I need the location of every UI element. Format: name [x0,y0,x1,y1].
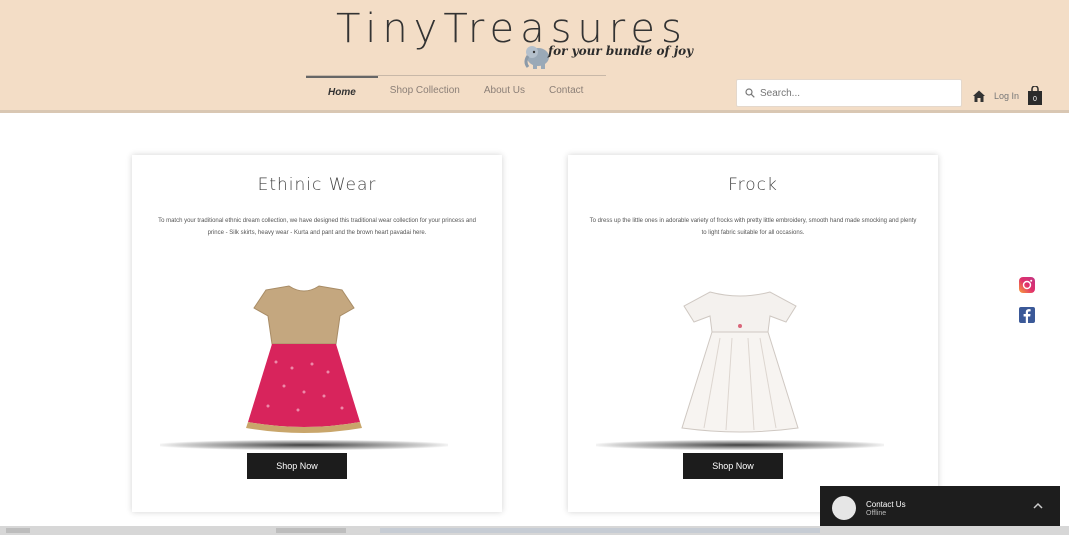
site-header: TinyTreasures for your bundle of joy Hom… [0,0,1069,113]
chat-widget[interactable]: Contact Us Offline [820,486,1060,530]
svg-text:0: 0 [1033,96,1037,103]
image-shadow [160,440,448,450]
product-card-ethnic-wear: Ethinic Wear To match your traditional e… [132,155,502,512]
login-link[interactable]: Log In [994,91,1019,101]
product-card-frock: Frock To dress up the little ones in ado… [568,155,938,512]
chat-avatar [832,496,856,520]
home-icon[interactable] [972,89,986,103]
chat-status: Offline [866,509,887,517]
facebook-icon[interactable] [1018,306,1036,324]
header-actions: Log In 0 [972,86,1043,106]
image-shadow [596,440,884,450]
taskbar-segment [276,528,346,533]
main-nav: Home Shop Collection About Us Contact [306,76,595,106]
shopping-bag-icon[interactable]: 0 [1027,86,1043,106]
taskbar-segment [380,528,820,533]
shop-now-button[interactable]: Shop Now [683,453,783,479]
nav-item-shop-collection[interactable]: Shop Collection [378,76,472,106]
chevron-up-icon[interactable] [1032,500,1044,512]
nav-item-home[interactable]: Home [306,76,378,106]
nav-item-contact[interactable]: Contact [537,76,595,106]
search-box[interactable] [736,79,962,107]
search-icon [745,88,755,98]
card-description: To dress up the little ones in adorable … [589,218,917,236]
ethnic-dress-image[interactable] [164,282,444,442]
card-title: Ethinic Wear [257,175,377,195]
search-input[interactable] [760,87,950,99]
card-description: To match your traditional ethnic dream c… [158,218,476,236]
frock-image[interactable] [600,282,880,442]
brand-tagline: for your bundle of joy [548,44,694,58]
social-bar [1018,276,1036,324]
instagram-icon[interactable] [1018,276,1036,294]
card-title: Frock [728,175,778,195]
nav-item-about-us[interactable]: About Us [472,76,537,106]
taskbar-segment [6,528,30,533]
chat-text: Contact Us Offline [866,500,906,517]
shop-now-button[interactable]: Shop Now [247,453,347,479]
browser-status-strip [0,526,1069,535]
chat-title: Contact Us [866,499,906,509]
